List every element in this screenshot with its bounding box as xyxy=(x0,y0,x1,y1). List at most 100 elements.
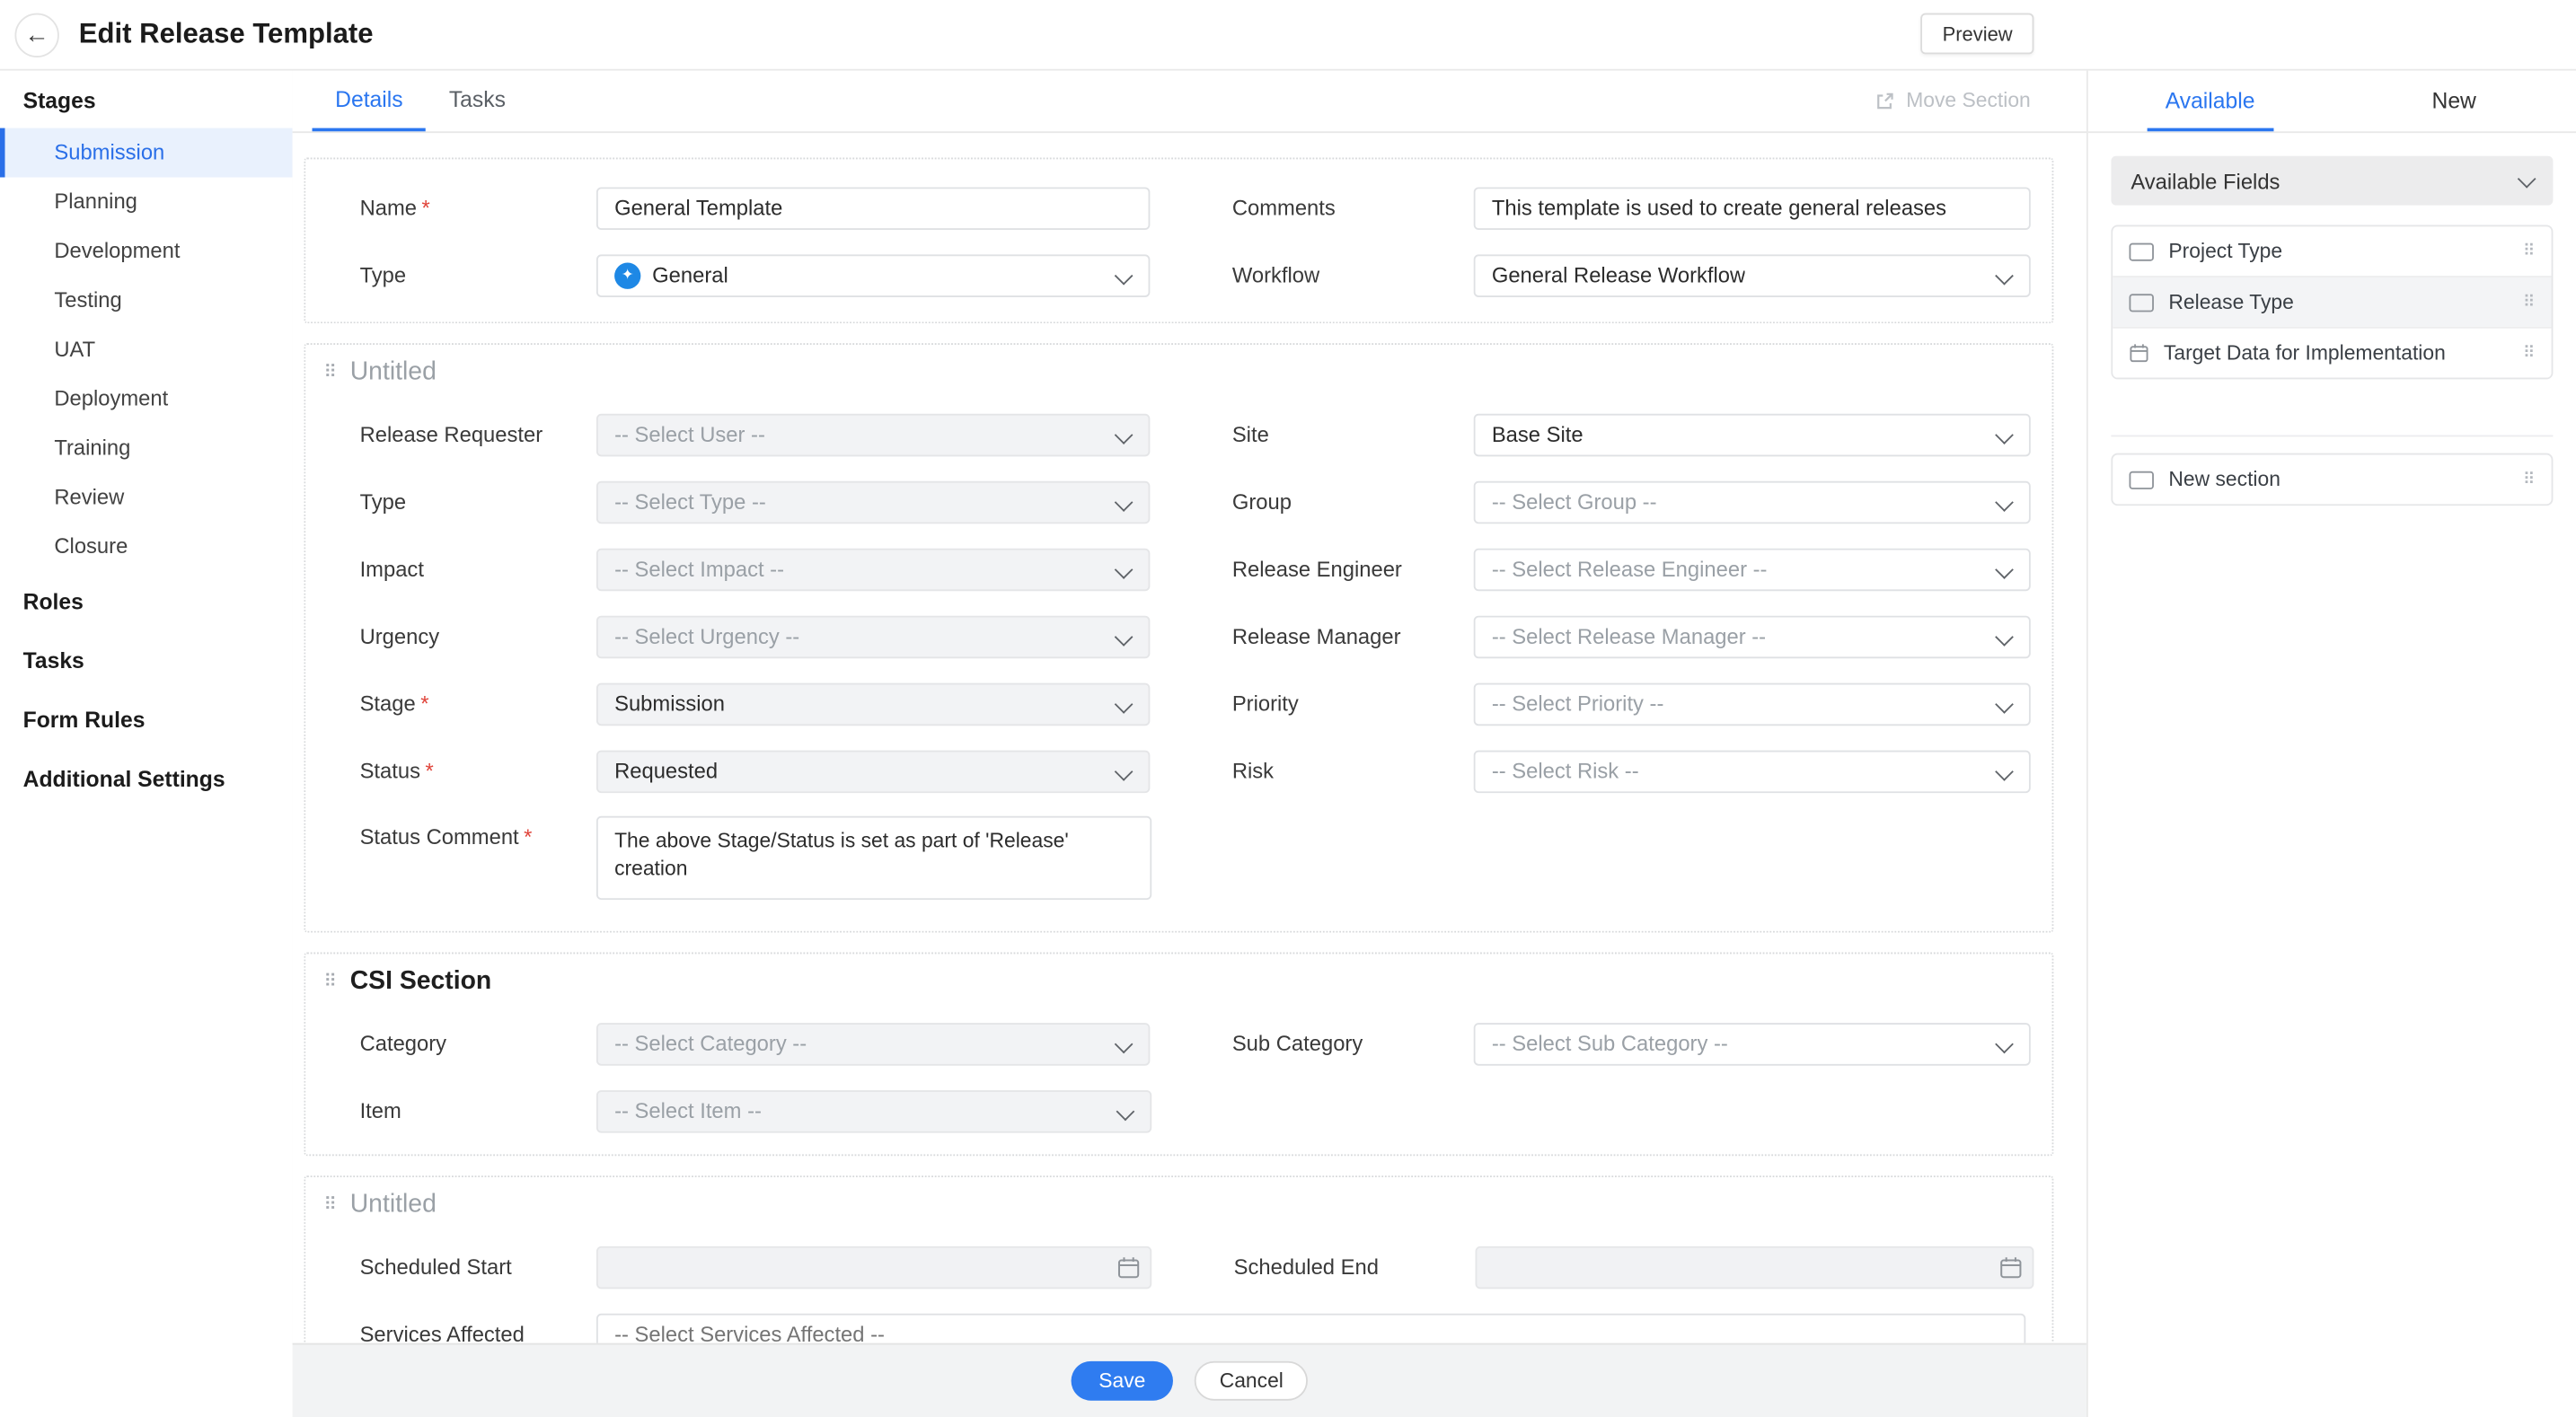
panel-divider xyxy=(2111,436,2553,437)
sub-category-select[interactable]: -- Select Sub Category -- xyxy=(1474,1022,2031,1065)
tab-details[interactable]: Details xyxy=(313,69,427,131)
release-engineer-select[interactable]: -- Select Release Engineer -- xyxy=(1474,548,2031,591)
sidebar-item-training[interactable]: Training xyxy=(0,424,293,473)
available-field-release-type[interactable]: Release Type ⠿ xyxy=(2113,276,2551,327)
scheduled-end-input[interactable] xyxy=(1476,1245,2034,1289)
sidebar-item-form-rules[interactable]: Form Rules xyxy=(0,693,293,749)
site-label: Site xyxy=(1232,422,1474,446)
sidebar-item-roles[interactable]: Roles xyxy=(0,575,293,630)
tab-new[interactable]: New xyxy=(2332,69,2576,131)
chevron-down-icon xyxy=(1995,761,2014,780)
status-comment-label: Status Comment* xyxy=(360,816,596,849)
group-label: Group xyxy=(1232,489,1474,514)
workflow-select[interactable]: General Release Workflow xyxy=(1474,254,2031,297)
drag-handle-icon[interactable]: ⠿ xyxy=(323,364,337,382)
status-comment-textarea[interactable]: The above Stage/Status is set as part of… xyxy=(596,816,1151,900)
main-content: Details Tasks Move Section Name* Comment… xyxy=(293,69,2086,1417)
release-engineer-label: Release Engineer xyxy=(1232,557,1474,581)
type-select[interactable]: ✦ General xyxy=(596,254,1150,297)
type2-select[interactable]: -- Select Type -- xyxy=(596,480,1150,524)
tab-available[interactable]: Available xyxy=(2088,69,2333,131)
sidebar-item-deployment[interactable]: Deployment xyxy=(0,374,293,424)
tab-tasks[interactable]: Tasks xyxy=(426,69,528,131)
app-header: ← Edit Release Template Preview xyxy=(0,0,2576,71)
status-label: Status* xyxy=(360,759,596,783)
urgency-select[interactable]: -- Select Urgency -- xyxy=(596,615,1150,658)
group-select[interactable]: -- Select Group -- xyxy=(1474,480,2031,524)
services-affected-input[interactable] xyxy=(596,1313,2025,1343)
cancel-button[interactable]: Cancel xyxy=(1195,1361,1308,1401)
sidebar-item-additional-settings[interactable]: Additional Settings xyxy=(0,752,293,807)
item-select[interactable]: -- Select Item -- xyxy=(596,1089,1151,1132)
impact-select[interactable]: -- Select Impact -- xyxy=(596,548,1150,591)
sidebar-item-testing[interactable]: Testing xyxy=(0,276,293,325)
drag-handle-icon[interactable]: ⠿ xyxy=(2523,344,2535,362)
priority-select[interactable]: -- Select Priority -- xyxy=(1474,682,2031,726)
drag-handle-icon[interactable]: ⠿ xyxy=(2523,293,2535,311)
release-requester-select[interactable]: -- Select User -- xyxy=(596,413,1150,456)
drag-handle-icon[interactable]: ⠿ xyxy=(323,1196,337,1214)
right-panel-body: Available Fields Project Type ⠿ Release … xyxy=(2088,133,2576,529)
stage-label: Stage* xyxy=(360,691,596,716)
scheduled-end-field[interactable] xyxy=(1476,1245,2034,1289)
calendar-icon xyxy=(2130,343,2149,363)
risk-select[interactable]: -- Select Risk -- xyxy=(1474,750,2031,793)
chevron-down-icon xyxy=(1115,425,1134,444)
back-button[interactable]: ← xyxy=(14,13,58,57)
back-arrow-icon: ← xyxy=(24,21,49,48)
type-label: Type xyxy=(360,263,596,287)
required-mark: * xyxy=(524,824,532,849)
move-section-button[interactable]: Move Section xyxy=(1875,69,2030,131)
sidebar-item-development[interactable]: Development xyxy=(0,226,293,276)
section-title: CSI Section xyxy=(350,967,492,997)
sidebar-item-uat[interactable]: UAT xyxy=(0,325,293,374)
drag-handle-icon[interactable]: ⠿ xyxy=(2523,471,2535,488)
sub-category-label: Sub Category xyxy=(1232,1031,1474,1055)
section-icon xyxy=(2130,471,2154,488)
release-manager-select[interactable]: -- Select Release Manager -- xyxy=(1474,615,2031,658)
chevron-down-icon xyxy=(1115,266,1134,285)
name-input[interactable] xyxy=(596,187,1150,230)
chevron-down-icon xyxy=(1115,761,1134,780)
sidebar-item-review[interactable]: Review xyxy=(0,473,293,523)
calendar-icon[interactable] xyxy=(1999,1255,2023,1279)
required-mark: * xyxy=(422,196,430,220)
chevron-down-icon xyxy=(1995,425,2014,444)
chevron-down-icon xyxy=(1116,1102,1135,1121)
scheduled-start-label: Scheduled Start xyxy=(360,1254,596,1279)
scheduled-start-input[interactable] xyxy=(596,1245,1151,1289)
save-button[interactable]: Save xyxy=(1071,1361,1173,1401)
site-select[interactable]: Base Site xyxy=(1474,413,2031,456)
new-section-label: New section xyxy=(2168,468,2280,491)
sidebar-item-closure[interactable]: Closure xyxy=(0,522,293,571)
new-section-item[interactable]: New section ⠿ xyxy=(2111,453,2553,506)
category-select[interactable]: -- Select Category -- xyxy=(596,1022,1150,1065)
stage-select[interactable]: Submission xyxy=(596,682,1150,726)
priority-label: Priority xyxy=(1232,691,1474,716)
status-select[interactable]: Requested xyxy=(596,750,1150,793)
drag-handle-icon[interactable]: ⠿ xyxy=(2523,242,2535,260)
category-label: Category xyxy=(360,1031,596,1055)
section-csi: ⠿ CSI Section Category -- Select Categor… xyxy=(304,953,2053,1157)
scheduled-start-field[interactable] xyxy=(596,1245,1151,1289)
item-label: Item xyxy=(360,1098,596,1122)
preview-button[interactable]: Preview xyxy=(1921,13,2034,55)
required-mark: * xyxy=(420,691,428,716)
drag-handle-icon[interactable]: ⠿ xyxy=(323,973,337,990)
sidebar-item-planning[interactable]: Planning xyxy=(0,177,293,226)
release-requester-label: Release Requester xyxy=(360,422,596,446)
chevron-down-icon xyxy=(1115,1034,1134,1053)
available-field-target-data[interactable]: Target Data for Implementation ⠿ xyxy=(2113,327,2551,378)
sidebar-item-tasks[interactable]: Tasks xyxy=(0,634,293,690)
release-manager-label: Release Manager xyxy=(1232,624,1474,648)
section-untitled-1: ⠿ Untitled Release Requester -- Select U… xyxy=(304,343,2053,932)
available-fields-header[interactable]: Available Fields xyxy=(2111,156,2553,206)
sidebar-heading-stages: Stages xyxy=(0,69,293,128)
available-field-project-type[interactable]: Project Type ⠿ xyxy=(2113,226,2551,276)
chevron-down-icon xyxy=(1115,627,1134,646)
comments-input[interactable] xyxy=(1474,187,2031,230)
calendar-icon[interactable] xyxy=(1117,1255,1141,1279)
chevron-down-icon xyxy=(1115,492,1134,511)
chevron-down-icon xyxy=(2518,170,2536,189)
sidebar-item-submission[interactable]: Submission xyxy=(0,128,293,178)
